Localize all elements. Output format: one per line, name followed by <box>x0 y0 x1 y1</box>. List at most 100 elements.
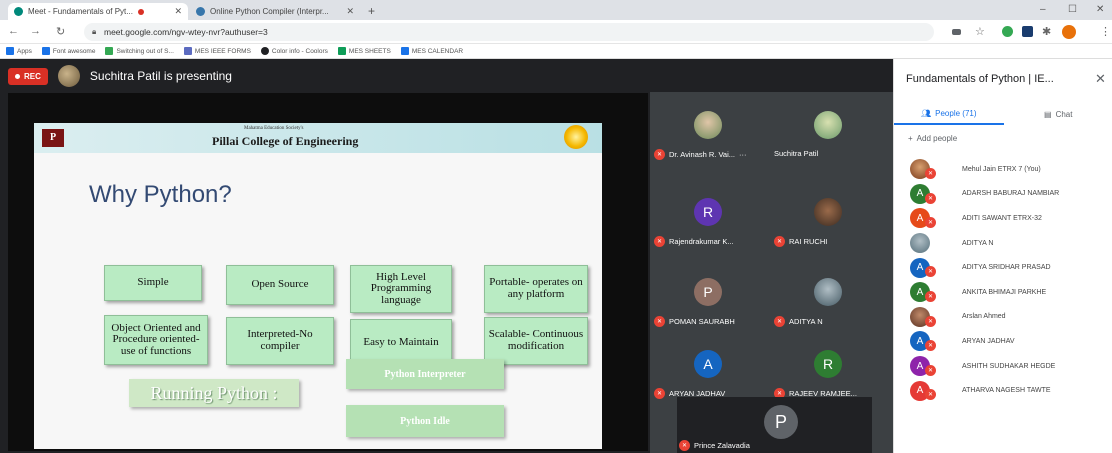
tab-python-compiler[interactable]: Online Python Compiler (Interpr... ✕ <box>190 3 360 20</box>
more-options-icon[interactable]: ··· <box>739 150 747 159</box>
participant-name: ADITYA N <box>789 317 823 326</box>
profile-avatar[interactable] <box>1062 25 1076 39</box>
python-idle-box: Python Idle <box>346 405 504 437</box>
camera-icon[interactable] <box>952 29 961 35</box>
list-item[interactable]: ✕ Mehul Jain ETRX 7 (You) <box>894 157 1112 182</box>
list-item[interactable]: A ✕ ATHARVA NAGESH TAWTE <box>894 378 1112 403</box>
bookmark-font-awesome[interactable]: Font awesome <box>41 47 96 55</box>
recording-dot-icon <box>137 8 144 15</box>
participant-name-row: ✕ Prince Zalavadia <box>679 440 750 451</box>
close-tab-icon[interactable]: ✕ <box>346 6 354 17</box>
slide-header: P Mahatma Education Society's Pillai Col… <box>34 123 602 153</box>
tab-meet[interactable]: Meet - Fundamentals of Pyt... ✕ <box>8 3 188 20</box>
list-item[interactable]: ✕ Arslan Ahmed <box>894 305 1112 330</box>
bookmark-mes-calendar[interactable]: MES CALENDAR <box>400 47 463 55</box>
add-person-icon: + <box>908 134 913 143</box>
participant-name-row: ✕ Dr. Avinash R. Vai... ··· <box>654 149 747 160</box>
close-window-button[interactable]: ✕ <box>1096 4 1104 15</box>
mic-off-icon: ✕ <box>774 316 785 327</box>
meet-favicon-icon <box>14 7 23 16</box>
people-panel: Fundamentals of Python | IE... ✕ 👥︎ Peopl… <box>893 59 1112 453</box>
extensions-puzzle-icon[interactable]: ✱ <box>1042 25 1051 38</box>
panel-title: Fundamentals of Python | IE... <box>906 73 1054 85</box>
mic-off-icon: ✕ <box>925 340 936 352</box>
close-panel-button[interactable]: ✕ <box>1095 71 1106 87</box>
tab-people[interactable]: 👥︎ People (71) <box>894 103 1004 125</box>
mic-off-icon: ✕ <box>654 236 665 247</box>
participant-name: ADITYA SRIDHAR PRASAD <box>962 264 1051 272</box>
participant-tile[interactable]: P ✕ POMAN SAURABH <box>652 264 760 344</box>
presenter-avatar <box>57 65 80 87</box>
topic-box: Portable- operates on any platform <box>484 265 588 313</box>
topic-box: Simple <box>104 265 202 301</box>
topic-box: Interpreted-No compiler <box>226 317 334 365</box>
participant-name: Suchitra Patil <box>774 149 819 158</box>
bookmark-coolors[interactable]: Color info - Coolors <box>260 47 328 55</box>
mic-off-icon: ✕ <box>774 236 785 247</box>
add-people-label: Add people <box>916 134 958 143</box>
people-icon: 👥︎ <box>920 108 932 118</box>
slide: P Mahatma Education Society's Pillai Col… <box>34 123 602 449</box>
topic-box: Scalable- Continuous modification <box>484 317 588 365</box>
address-bar[interactable]: 🔒︎ meet.google.com/ngv-wtey-nvr?authuser… <box>84 23 934 41</box>
new-tab-button[interactable]: + <box>368 4 375 18</box>
participant-name: Dr. Avinash R. Vai... <box>669 150 736 159</box>
mic-off-icon: ✕ <box>925 217 936 229</box>
mic-off-icon: ✕ <box>925 315 936 327</box>
list-item[interactable]: ADITYA N <box>894 231 1112 256</box>
back-arrow-icon[interactable]: ← <box>8 25 19 37</box>
list-item[interactable]: A ✕ ADITI SAWANT ETRX-32 <box>894 206 1112 231</box>
python-interpreter-box: Python Interpreter <box>346 359 504 389</box>
participant-avatar: R <box>694 198 722 226</box>
participant-name: ADARSH BABURAJ NAMBIAR <box>962 190 1060 198</box>
mic-off-icon: ✕ <box>925 290 936 302</box>
participant-tile[interactable]: P ✕ Prince Zalavadia <box>677 397 872 453</box>
participant-tile[interactable]: ✕ RAI RUCHI <box>772 184 880 264</box>
forward-arrow-icon[interactable]: → <box>30 25 41 37</box>
participant-tile[interactable]: ✕ Dr. Avinash R. Vai... ··· <box>652 97 760 177</box>
minimize-button[interactable]: – <box>1040 4 1046 15</box>
extension-icon[interactable] <box>1002 26 1013 37</box>
bookmark-label: MES SHEETS <box>348 47 391 55</box>
bookmark-apps[interactable]: Apps <box>6 47 32 55</box>
list-item[interactable]: A ✕ ADITYA SRIDHAR PRASAD <box>894 255 1112 280</box>
presentation-stage: P Mahatma Education Society's Pillai Col… <box>8 93 648 451</box>
tab-title: Meet - Fundamentals of Pyt... <box>28 7 133 16</box>
bookmark-star-icon[interactable]: ☆ <box>975 25 985 38</box>
participant-tile[interactable]: R ✕ Rajendrakumar K... <box>652 184 760 264</box>
tab-chat[interactable]: ▤ Chat <box>1004 103 1112 125</box>
bookmark-label: Apps <box>17 47 32 55</box>
participant-tiles: ✕ Dr. Avinash R. Vai... ··· Suchitra Patil… <box>650 92 893 453</box>
sun-emblem-icon <box>564 125 588 149</box>
reload-icon[interactable]: ↻ <box>56 25 65 38</box>
close-tab-icon[interactable]: ✕ <box>174 6 182 17</box>
bookmark-label: Color info - Coolors <box>271 47 328 55</box>
bookmark-label: Font awesome <box>52 47 96 55</box>
participant-avatar: A <box>694 350 722 378</box>
maximize-button[interactable]: ☐ <box>1068 4 1077 15</box>
participant-name-row: ✕ Rajendrakumar K... <box>654 236 734 247</box>
college-name: Pillai College of Engineering <box>212 134 359 148</box>
participant-name-row: ✕ POMAN SAURABH <box>654 316 735 327</box>
bookmark-mes-sheets[interactable]: MES SHEETS <box>337 47 391 55</box>
list-item[interactable]: A ✕ ANKITA BHIMAJI PARKHE <box>894 280 1112 305</box>
participant-name: Prince Zalavadia <box>694 441 750 450</box>
mic-off-icon: ✕ <box>654 388 665 399</box>
college-logo-icon: P <box>42 129 64 147</box>
add-people-button[interactable]: + Add people <box>908 134 957 143</box>
participant-name-row: ✕ RAI RUCHI <box>774 236 827 247</box>
extension-icon[interactable] <box>1022 26 1033 37</box>
tab-label: Chat <box>1055 109 1073 119</box>
mic-off-icon: ✕ <box>925 364 936 376</box>
address-row: ← → ↻ 🔒︎ meet.google.com/ngv-wtey-nvr?au… <box>0 20 1112 44</box>
menu-dots-icon[interactable]: ⋮ <box>1100 25 1111 38</box>
url-text: meet.google.com/ngv-wtey-nvr?authuser=3 <box>104 27 268 37</box>
bookmark-switching[interactable]: Switching out of S... <box>105 47 174 55</box>
mic-off-icon: ✕ <box>925 389 936 401</box>
bookmark-mes-ieee-forms[interactable]: MES IEEE FORMS <box>183 47 251 55</box>
participant-tile[interactable]: ✕ ADITYA N <box>772 264 880 344</box>
list-item[interactable]: A ✕ ASHITH SUDHAKAR HEGDE <box>894 354 1112 379</box>
participant-tile[interactable]: Suchitra Patil <box>772 97 880 177</box>
list-item[interactable]: A ✕ ARYAN JADHAV <box>894 329 1112 354</box>
list-item[interactable]: A ✕ ADARSH BABURAJ NAMBIAR <box>894 182 1112 207</box>
